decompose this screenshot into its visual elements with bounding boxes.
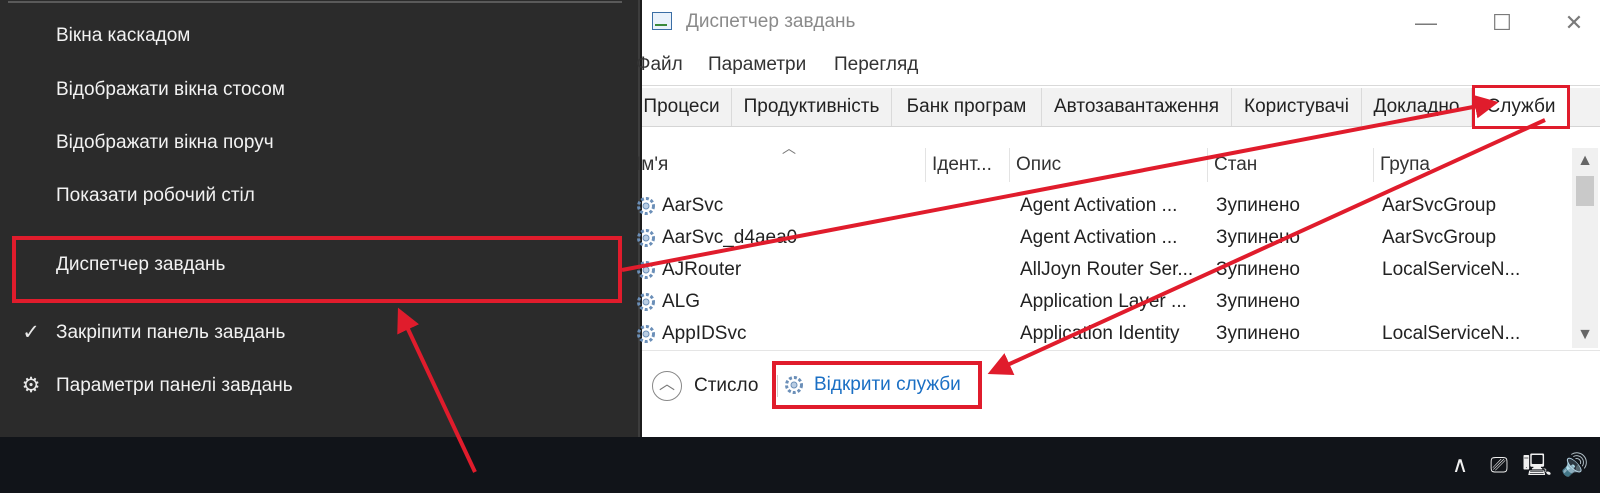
maximize-button[interactable]: ☐ [1480, 4, 1524, 42]
gear-icon: ⚙ [21, 374, 41, 397]
title-bar[interactable]: Диспетчер завдань — ☐ ✕ [642, 0, 1600, 46]
scroll-up-icon[interactable]: ▲ [1572, 148, 1598, 174]
cell-group [1382, 286, 1568, 318]
cell-desc: Agent Activation ... [1020, 227, 1178, 248]
cell-group: LocalServiceN... [1382, 259, 1521, 280]
cell-status: Зупинено [1216, 259, 1300, 280]
col-name[interactable]: Ім'я [630, 148, 926, 182]
col-description[interactable]: Опис [1010, 148, 1208, 182]
cell-group: LocalServiceN... [1382, 323, 1521, 344]
task-manager-icon [652, 12, 672, 30]
cell-name: AarSvc_d4aea0 [662, 227, 798, 248]
menu-item-show-desktop[interactable]: Показати робочий стіл [0, 176, 640, 216]
tab-startup[interactable]: Автозавантаження [1042, 88, 1232, 126]
checkmark-icon: ✓ [22, 321, 40, 344]
service-gear-icon [637, 293, 655, 311]
table-row[interactable]: ALG Application Layer ... Зупинено [637, 286, 1572, 318]
tab-bar: Процеси Продуктивність Банк програм Авто… [642, 85, 1600, 129]
menu-item-label: Параметри панелі завдань [56, 375, 293, 396]
cell-pid [932, 190, 1008, 222]
table-row[interactable]: AppIDSvc Application Identity Зупинено Loca… [637, 318, 1572, 350]
cell-status: Зупинено [1216, 291, 1300, 312]
scroll-thumb[interactable] [1576, 176, 1594, 206]
cell-desc: Application Layer ... [1020, 291, 1187, 312]
menu-file[interactable]: Файл [636, 54, 683, 76]
volume-icon[interactable]: 🔊 [1558, 437, 1592, 493]
table-header: Ім'я Ідент... Опис Стан Група [636, 148, 1572, 182]
tab-users[interactable]: Користувачі [1232, 88, 1362, 126]
fewer-details-icon[interactable]: ︿ [652, 371, 682, 401]
footer: ︿ Стисло Відкрити служби [642, 350, 1600, 437]
service-gear-icon [637, 229, 655, 247]
menu-item-label: Вікна каскадом [56, 25, 191, 46]
tab-processes[interactable]: Процеси [632, 88, 732, 126]
menu-item-lock-taskbar[interactable]: ✓ Закріпити панель завдань [0, 313, 640, 353]
vertical-scrollbar[interactable]: ▲ ▼ [1572, 148, 1598, 348]
cell-pid [932, 222, 1008, 254]
menu-view[interactable]: Перегляд [834, 54, 918, 76]
cell-group: AarSvcGroup [1382, 195, 1497, 216]
tab-app-history[interactable]: Банк програм [892, 88, 1042, 126]
taskbar-context-menu: Вікна каскадом Відображати вікна стосом … [0, 0, 640, 437]
cell-pid [932, 318, 1008, 350]
menu-divider [8, 1, 622, 3]
cell-status: Зупинено [1216, 195, 1300, 216]
minimize-button[interactable]: — [1404, 4, 1448, 42]
table-row[interactable]: AarSvc Agent Activation ... Зупинено AarSvc… [637, 190, 1572, 222]
menu-item-label: Закріпити панель завдань [56, 322, 286, 343]
services-gear-icon [785, 376, 803, 394]
menu-item-cascade[interactable]: Вікна каскадом [0, 16, 640, 56]
chevron-up-icon[interactable]: ∧ [1443, 437, 1477, 493]
cell-desc: Application Identity [1020, 323, 1180, 344]
service-gear-icon [637, 261, 655, 279]
menu-item-label: Відображати вікна поруч [56, 132, 274, 153]
cell-status: Зупинено [1216, 227, 1300, 248]
service-gear-icon [637, 325, 655, 343]
cell-name: AppIDSvc [662, 323, 747, 344]
open-services-label[interactable]: Відкрити служби [814, 373, 961, 397]
cell-name: ALG [662, 291, 701, 312]
menu-item-label: Відображати вікна стосом [56, 79, 285, 100]
menu-item-taskbar-settings[interactable]: ⚙ Параметри панелі завдань [0, 366, 640, 406]
menu-item-label: Показати робочий стіл [56, 185, 255, 206]
cell-desc: AllJoyn Router Ser... [1020, 259, 1194, 280]
col-pid[interactable]: Ідент... [926, 148, 1010, 182]
network-icon[interactable]: 🖳 [1520, 437, 1554, 493]
meet-now-icon[interactable]: ⎚ [1482, 437, 1516, 493]
col-group[interactable]: Група [1374, 148, 1572, 182]
cell-group: AarSvcGroup [1382, 227, 1497, 248]
tab-details[interactable]: Докладно [1362, 88, 1472, 126]
cell-status: Зупинено [1216, 323, 1300, 344]
scroll-down-icon[interactable]: ▼ [1572, 322, 1598, 348]
cell-pid [932, 286, 1008, 318]
fewer-details-link[interactable]: Стисло [694, 371, 758, 401]
table-row[interactable]: AJRouter AllJoyn Router Ser... Зупинено Loc… [637, 254, 1572, 286]
taskbar: ∧ ⎚ 🖳 🔊 [0, 437, 1600, 493]
col-status[interactable]: Стан [1208, 148, 1374, 182]
menu-bar: Файл Параметри Перегляд [636, 50, 1600, 82]
menu-item-stack[interactable]: Відображати вікна стосом [0, 70, 640, 110]
window-title: Диспетчер завдань [686, 11, 856, 32]
task-manager-window: Диспетчер завдань — ☐ ✕ Файл Параметри П… [636, 0, 1600, 437]
table-row[interactable]: AarSvc_d4aea0 Agent Activation ... Зупинен… [637, 222, 1572, 254]
cell-pid [932, 254, 1008, 286]
close-button[interactable]: ✕ [1552, 4, 1596, 42]
tab-services[interactable]: Служби [1472, 85, 1570, 129]
tab-performance[interactable]: Продуктивність [732, 88, 892, 126]
cell-name: AJRouter [662, 259, 742, 280]
service-gear-icon [637, 197, 655, 215]
menu-item-side-by-side[interactable]: Відображати вікна поруч [0, 123, 640, 163]
menu-item-label: Диспетчер завдань [56, 254, 226, 275]
menu-item-task-manager[interactable]: Диспетчер завдань [0, 245, 640, 285]
open-services-link[interactable]: Відкрити служби [772, 361, 982, 409]
cell-name: AarSvc [662, 195, 724, 216]
cell-desc: Agent Activation ... [1020, 195, 1178, 216]
menu-divider [642, 85, 1600, 86]
menu-options[interactable]: Параметри [708, 54, 806, 76]
